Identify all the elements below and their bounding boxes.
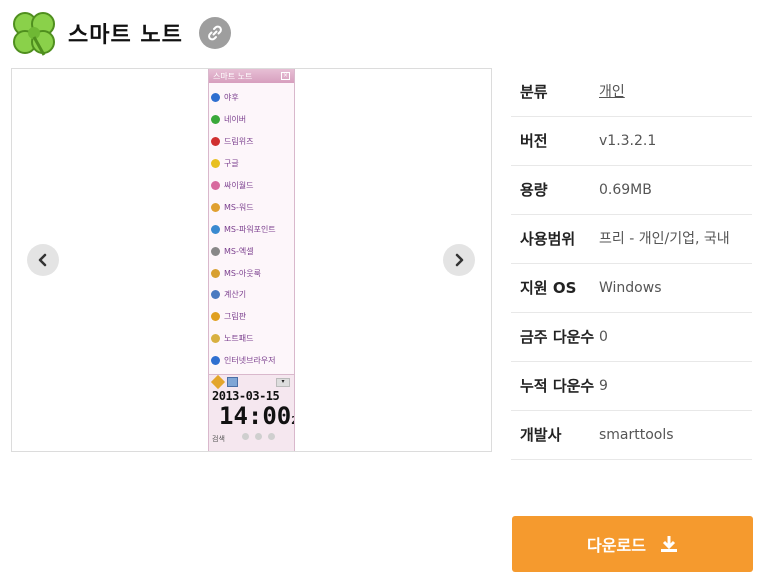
app-shortcut-icon xyxy=(211,224,220,234)
gallery-dot[interactable] xyxy=(268,433,275,440)
info-value: 0.69MB xyxy=(599,182,652,198)
info-row: 용량 0.69MB xyxy=(511,166,752,215)
info-key: 개발사 xyxy=(520,426,562,444)
app-shortcut-icon xyxy=(211,181,220,190)
screenshot-list-label: MS-파워포인트 xyxy=(224,224,276,234)
info-value: 0 xyxy=(599,329,608,345)
screenshot-list-item: MS-엑셀 xyxy=(211,240,294,262)
screenshot-list-label: MS-엑셀 xyxy=(224,246,254,256)
screenshot-list-item: 계산기 xyxy=(211,284,294,306)
app-shortcut-icon xyxy=(211,290,220,300)
screenshot-list-label: 드림위즈 xyxy=(224,137,254,147)
info-value: smarttools xyxy=(599,427,674,443)
app-shortcut-icon xyxy=(211,334,220,344)
screenshot-app-list: 야후네이버드림위즈구글싸이월드 MS-워드 MS-파워포인트 MS-엑셀 MS-아웃룩계… xyxy=(209,83,294,372)
close-icon: × xyxy=(281,72,290,80)
download-button[interactable]: 다운로드 xyxy=(512,516,753,572)
screenshot-list-item: 그림판 xyxy=(211,306,294,328)
info-value: 9 xyxy=(599,378,608,394)
download-icon xyxy=(660,536,677,552)
info-row: 개발사 smarttools xyxy=(511,411,752,460)
screenshot-list-label: MS-워드 xyxy=(224,202,254,212)
screenshot-time: 14:0026 xyxy=(209,403,294,434)
info-row: 지원 OS Windows xyxy=(511,264,752,313)
screenshot-list-label: MS-아웃룩 xyxy=(224,268,261,278)
info-key: 누적 다운수 xyxy=(520,377,595,395)
screenshot-list-item: 구글 xyxy=(211,153,294,175)
info-row: 분류 개인 xyxy=(511,68,752,117)
info-value: Windows xyxy=(599,280,662,296)
info-key: 용량 xyxy=(520,181,548,199)
screenshot-search-label: 검색 xyxy=(212,435,225,443)
app-header: 스마트 노트 xyxy=(10,8,231,58)
screenshot-time-seconds: 26 xyxy=(291,414,294,427)
app-info-table: 분류 개인버전 v1.3.2.1 용량 0.69MB 사용범위 프리 - 개인/기업, 국내… xyxy=(511,68,752,460)
screenshot-gallery: 스마트 노트 × 야후네이버드림위즈구글싸이월드 MS-워드 MS-파워포인트 MS-… xyxy=(11,68,492,452)
info-row: 사용범위 프리 - 개인/기업, 국내 xyxy=(511,215,752,264)
app-shortcut-icon xyxy=(211,268,220,278)
gallery-prev-button[interactable] xyxy=(27,244,59,276)
download-label: 다운로드 xyxy=(587,536,646,555)
app-shortcut-icon xyxy=(211,202,220,212)
info-row: 누적 다운수 9 xyxy=(511,362,752,411)
screenshot-date: 2013-03-15 xyxy=(212,389,280,403)
screenshot-list-item: 싸이월드 xyxy=(211,175,294,197)
screenshot-title-text: 스마트 노트 xyxy=(213,71,253,81)
screenshot-list-label: 야후 xyxy=(224,93,239,103)
screenshot-list-label: 노트패드 xyxy=(224,334,254,344)
screenshot-list-item: 인터넷브라우저 xyxy=(211,350,294,372)
screenshot-list-label: 인터넷브라우저 xyxy=(224,356,276,366)
app-shortcut-icon xyxy=(211,115,220,125)
app-shortcut-icon xyxy=(211,246,220,256)
info-key: 지원 OS xyxy=(520,279,577,297)
screenshot-time-hm: 14:00 xyxy=(219,402,292,430)
gallery-pagination xyxy=(242,433,275,440)
category-link[interactable]: 개인 xyxy=(599,80,625,104)
app-screenshot: 스마트 노트 × 야후네이버드림위즈구글싸이월드 MS-워드 MS-파워포인트 MS-… xyxy=(208,69,295,451)
chevron-right-icon xyxy=(455,253,464,267)
screenshot-list-label: 그림판 xyxy=(224,312,247,322)
share-link-button[interactable] xyxy=(198,17,231,49)
link-icon xyxy=(207,25,222,41)
info-value: 프리 - 개인/기업, 국내 xyxy=(599,231,730,247)
gallery-dot[interactable] xyxy=(242,433,249,440)
screenshot-list-item: MS-파워포인트 xyxy=(211,218,294,240)
screenshot-list-item: 드림위즈 xyxy=(211,131,294,153)
info-value: v1.3.2.1 xyxy=(599,133,657,149)
screenshot-list-item: 네이버 xyxy=(211,109,294,131)
gallery-dot[interactable] xyxy=(255,433,262,440)
screenshot-list-item: 노트패드 xyxy=(211,328,294,350)
screenshot-window-title: 스마트 노트 × xyxy=(209,69,294,83)
chevron-left-icon xyxy=(38,253,47,267)
app-shortcut-icon xyxy=(211,312,220,322)
app-shortcut-icon xyxy=(211,93,220,103)
screenshot-list-item: MS-아웃룩 xyxy=(211,262,294,284)
screenshot-list-label: 구글 xyxy=(224,159,239,169)
pencil-icon xyxy=(210,374,226,390)
screenshot-list-item: 야후 xyxy=(211,87,294,109)
dropdown-icon: ▾ xyxy=(276,377,290,387)
info-key: 버전 xyxy=(520,132,548,150)
screenshot-list-label: 계산기 xyxy=(224,290,247,300)
info-row: 버전 v1.3.2.1 xyxy=(511,117,752,166)
app-shortcut-icon xyxy=(211,137,220,147)
info-key: 금주 다운수 xyxy=(520,328,595,346)
page-title: 스마트 노트 xyxy=(68,23,183,48)
screenshot-list-label: 싸이월드 xyxy=(224,181,254,190)
info-row: 금주 다운수 0 xyxy=(511,313,752,362)
info-key: 사용범위 xyxy=(520,230,576,248)
app-shortcut-icon xyxy=(211,159,220,169)
note-icon xyxy=(227,377,238,387)
screenshot-list-item: MS-워드 xyxy=(211,196,294,218)
info-key: 분류 xyxy=(520,83,548,101)
four-leaf-clover-icon xyxy=(10,9,58,57)
gallery-next-button[interactable] xyxy=(443,244,475,276)
app-shortcut-icon xyxy=(211,356,220,366)
screenshot-list-label: 네이버 xyxy=(224,115,247,125)
